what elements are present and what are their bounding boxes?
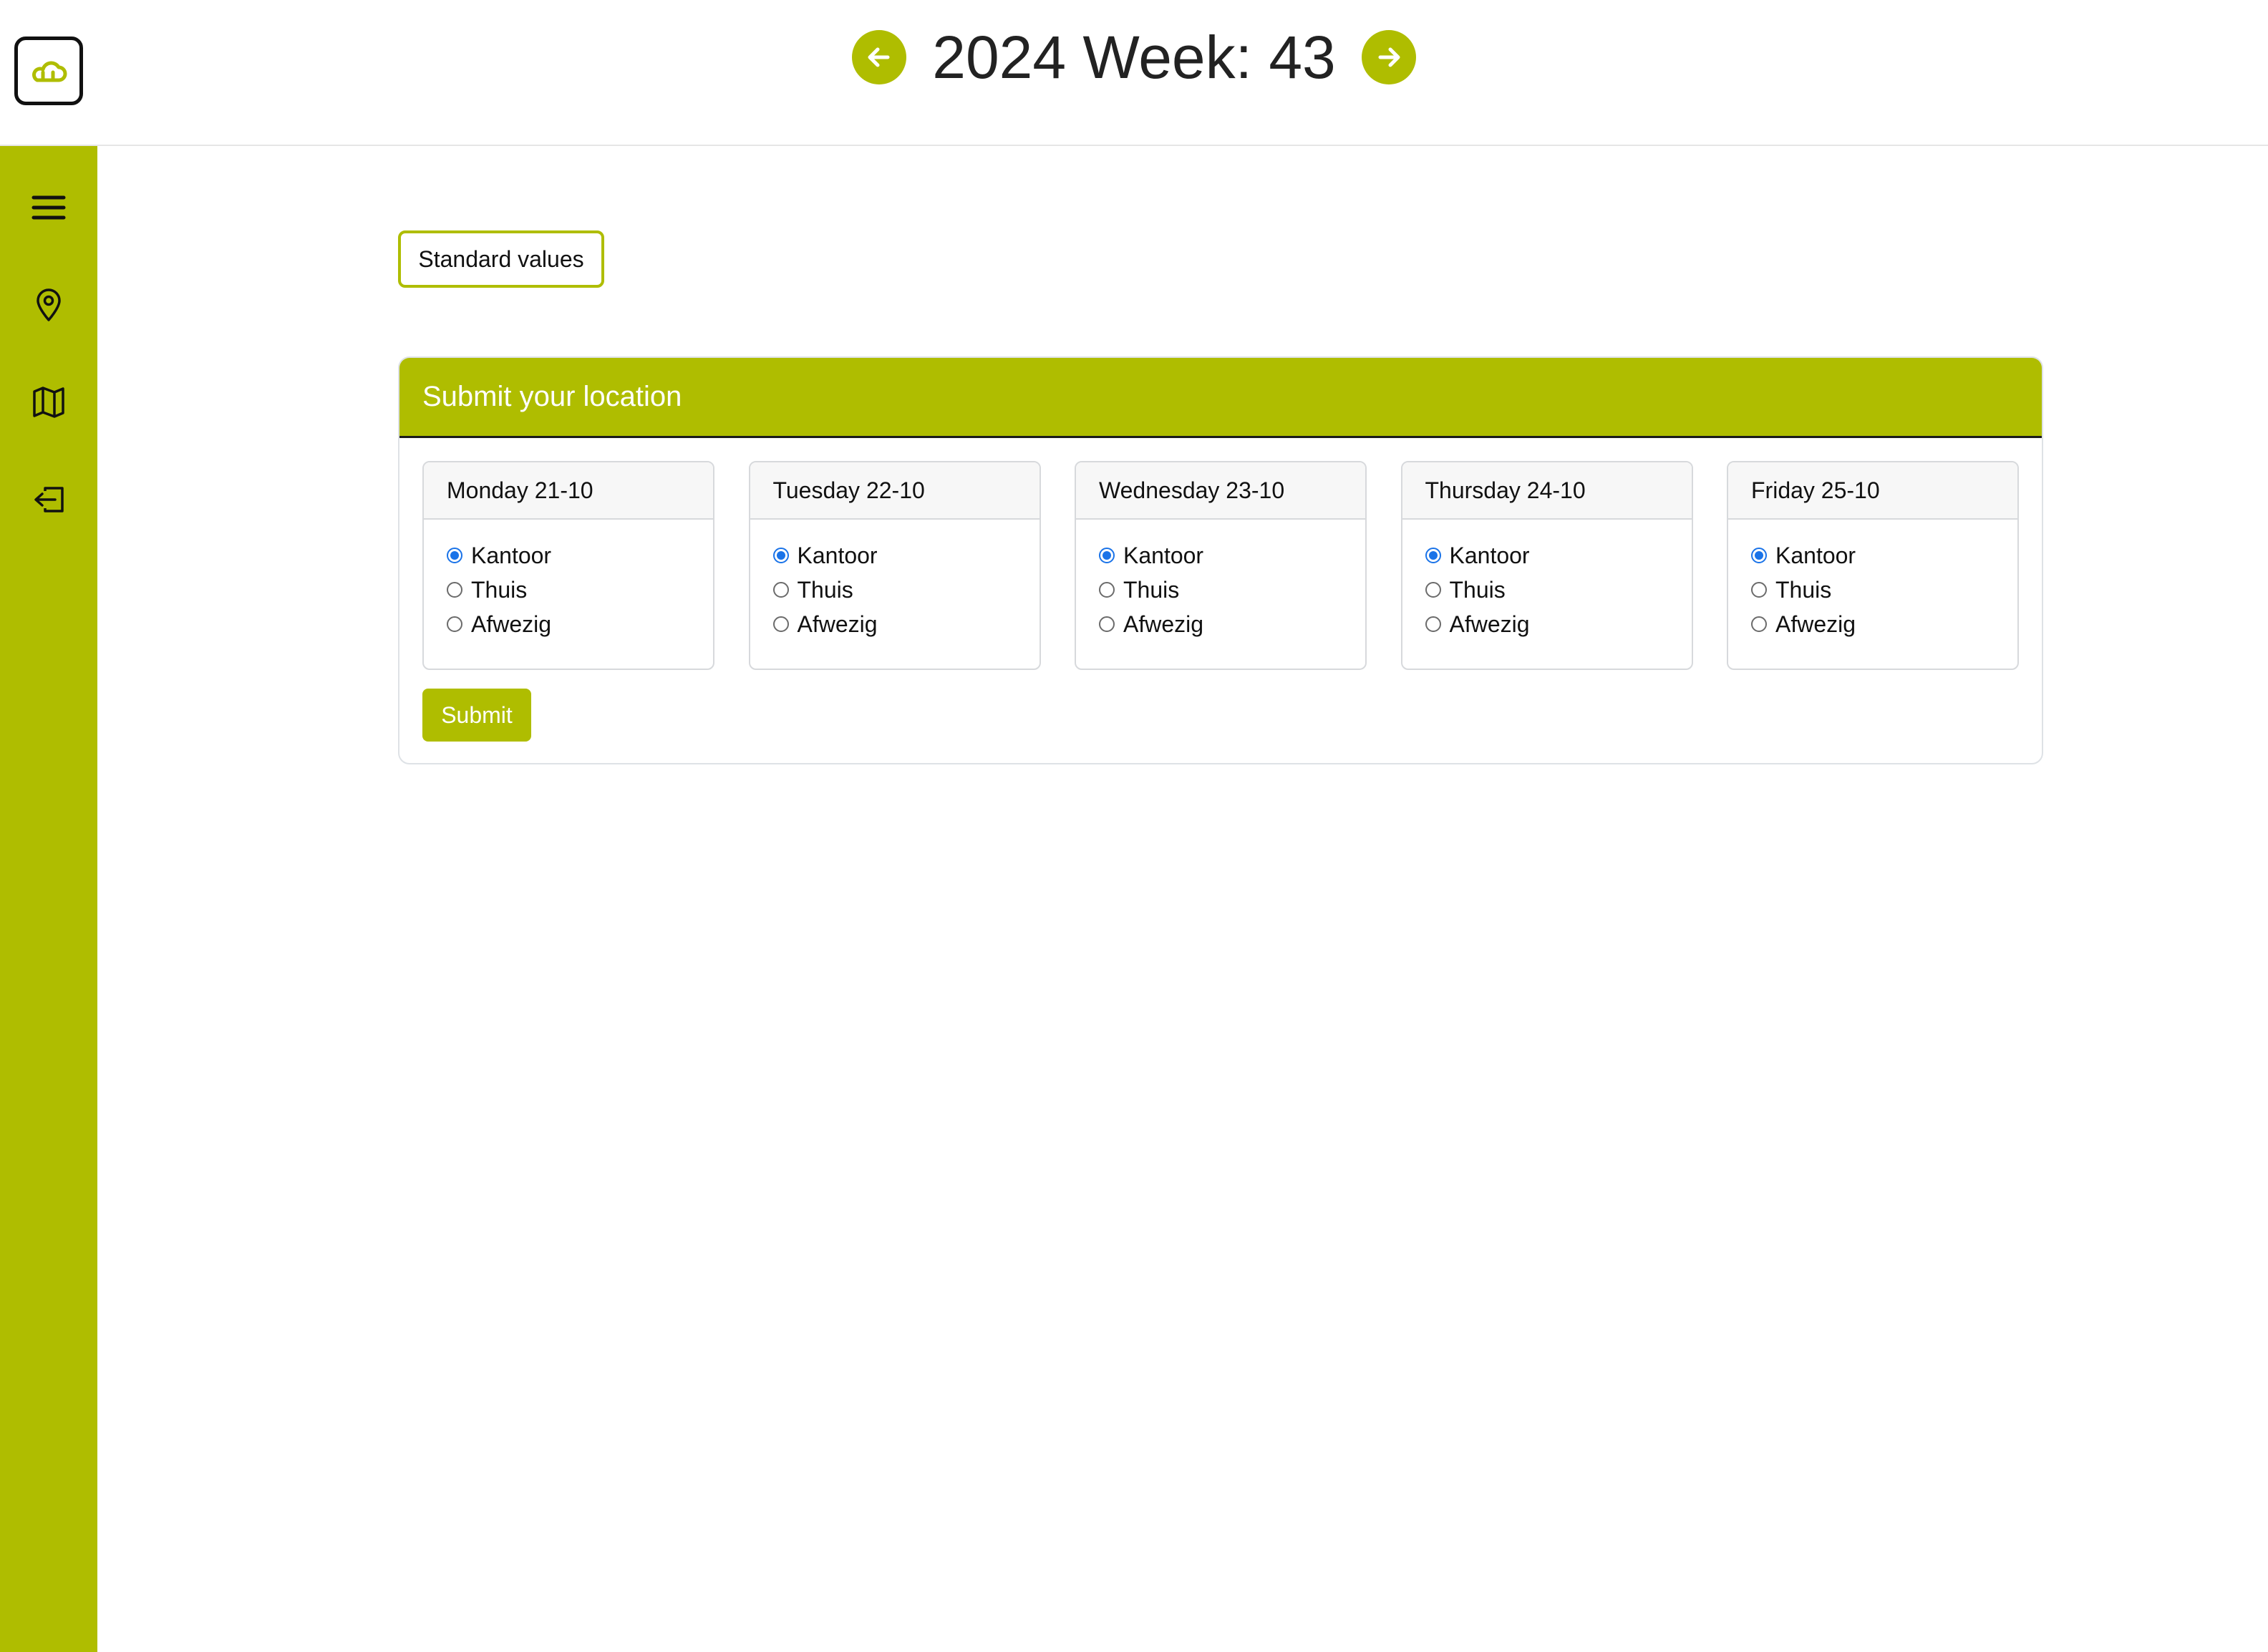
prev-week-button[interactable] [852,30,907,84]
option-label: Afwezig [1775,611,1856,637]
option-label: Thuis [797,576,853,603]
radio-option-kantoor[interactable]: Kantoor [447,538,713,573]
day-label: Wednesday 23-10 [1076,462,1365,520]
radio-button[interactable] [1751,616,1767,632]
radio-button[interactable] [1751,582,1767,598]
radio-option-kantoor[interactable]: Kantoor [1425,538,1692,573]
week-title: 2024 Week: 43 [932,24,1336,91]
option-label: Afwezig [797,611,878,637]
radio-option-afwezig[interactable]: Afwezig [1099,607,1365,641]
day-label: Friday 25-10 [1728,462,2017,520]
day-label: Monday 21-10 [424,462,713,520]
radio-button[interactable] [1425,548,1441,563]
radio-option-thuis[interactable]: Thuis [447,573,713,607]
radio-option-kantoor[interactable]: Kantoor [1751,538,2017,573]
radio-button[interactable] [1099,548,1115,563]
day-card-friday: Friday 25-10 Kantoor Thuis Afwezig [1727,461,2019,670]
radio-button[interactable] [1751,548,1767,563]
day-label: Tuesday 22-10 [750,462,1040,520]
arrow-left-icon [868,47,890,67]
radio-option-kantoor[interactable]: Kantoor [1099,538,1365,573]
radio-button[interactable] [447,582,462,598]
day-card-wednesday: Wednesday 23-10 Kantoor Thuis Afwezig [1075,461,1367,670]
option-label: Thuis [1123,576,1180,603]
radio-button[interactable] [447,548,462,563]
day-card-monday: Monday 21-10 Kantoor Thuis Afwezig [422,461,714,670]
radio-option-thuis[interactable]: Thuis [1425,573,1692,607]
radio-option-afwezig[interactable]: Afwezig [1751,607,2017,641]
radio-button[interactable] [1099,616,1115,632]
next-week-button[interactable] [1361,30,1416,84]
radio-button[interactable] [772,582,789,598]
option-label: Thuis [1775,576,1832,603]
standard-values-button[interactable]: Standard values [398,230,604,288]
sidebar [0,146,97,1652]
option-label: Kantoor [1123,542,1204,568]
map-icon [33,387,64,418]
sidebar-item-location[interactable] [24,281,73,329]
radio-option-afwezig[interactable]: Afwezig [447,607,713,641]
radio-option-thuis[interactable]: Thuis [1751,573,2017,607]
option-label: Afwezig [471,611,552,637]
sidebar-item-map[interactable] [24,378,73,427]
radio-option-afwezig[interactable]: Afwezig [1425,607,1692,641]
radio-button[interactable] [772,548,789,563]
radio-option-afwezig[interactable]: Afwezig [772,607,1040,641]
map-pin-icon [37,288,61,321]
radio-button[interactable] [1425,616,1441,632]
day-card-tuesday: Tuesday 22-10 Kantoor Thuis Afwezig [748,461,1041,670]
radio-option-kantoor[interactable]: Kantoor [772,538,1040,573]
card-title: Submit your location [399,358,2042,438]
option-label: Kantoor [797,542,878,568]
arrow-right-icon [1378,47,1400,67]
option-label: Kantoor [471,542,552,568]
option-label: Kantoor [1775,542,1856,568]
hamburger-menu-icon [32,195,66,220]
top-bar: 2024 Week: 43 [0,0,2268,146]
radio-option-thuis[interactable]: Thuis [772,573,1040,607]
week-navigation: 2024 Week: 43 [0,20,2268,94]
radio-option-thuis[interactable]: Thuis [1099,573,1365,607]
submit-button[interactable]: Submit [422,689,531,742]
option-label: Kantoor [1449,542,1530,568]
day-card-thursday: Thursday 24-10 Kantoor Thuis Afwezig [1400,461,1693,670]
option-label: Thuis [471,576,528,603]
logout-icon [34,487,64,512]
option-label: Afwezig [1123,611,1204,637]
day-label: Thursday 24-10 [1402,462,1692,520]
radio-button[interactable] [1099,582,1115,598]
radio-button[interactable] [772,616,789,632]
submit-location-card: Submit your location Monday 21-10 Kantoo… [398,356,2043,764]
radio-button[interactable] [447,616,462,632]
sidebar-item-logout[interactable] [24,475,73,524]
radio-button[interactable] [1425,582,1441,598]
sidebar-item-menu[interactable] [24,183,73,232]
option-label: Thuis [1449,576,1506,603]
days-row: Monday 21-10 Kantoor Thuis Afwezig Tuesd… [422,461,2019,670]
option-label: Afwezig [1449,611,1530,637]
